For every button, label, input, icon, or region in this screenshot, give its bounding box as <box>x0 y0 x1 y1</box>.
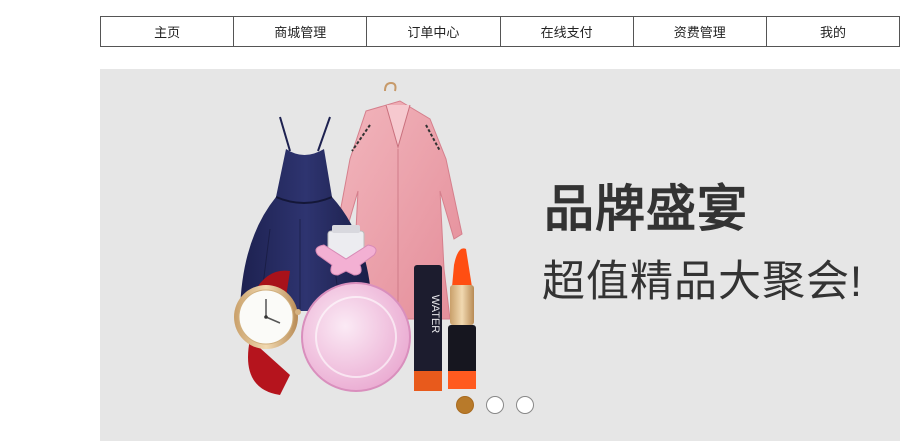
nav-item-mine[interactable]: 我的 <box>767 17 899 46</box>
carousel-dot-1[interactable] <box>456 396 474 414</box>
nav-item-fee-management[interactable]: 资费管理 <box>634 17 767 46</box>
nav-item-online-payment[interactable]: 在线支付 <box>501 17 634 46</box>
carousel-indicators <box>456 396 534 414</box>
carousel-dot-3[interactable] <box>516 396 534 414</box>
product-collage-image: WATER <box>234 81 476 395</box>
promo-banner[interactable]: WATER 品牌盛宴 超值精品大聚会! <box>100 69 900 441</box>
banner-headline: 品牌盛宴 <box>544 181 748 237</box>
carousel-dot-2[interactable] <box>486 396 504 414</box>
banner-subline: 超值精品大聚会! <box>542 258 863 306</box>
nav-item-home[interactable]: 主页 <box>101 17 235 46</box>
lipstick-case-label: WATER <box>429 295 441 334</box>
nav-item-order-center[interactable]: 订单中心 <box>367 17 501 46</box>
top-nav: 主页 商城管理 订单中心 在线支付 资费管理 我的 <box>100 16 900 47</box>
nav-item-mall-management[interactable]: 商城管理 <box>234 17 368 46</box>
